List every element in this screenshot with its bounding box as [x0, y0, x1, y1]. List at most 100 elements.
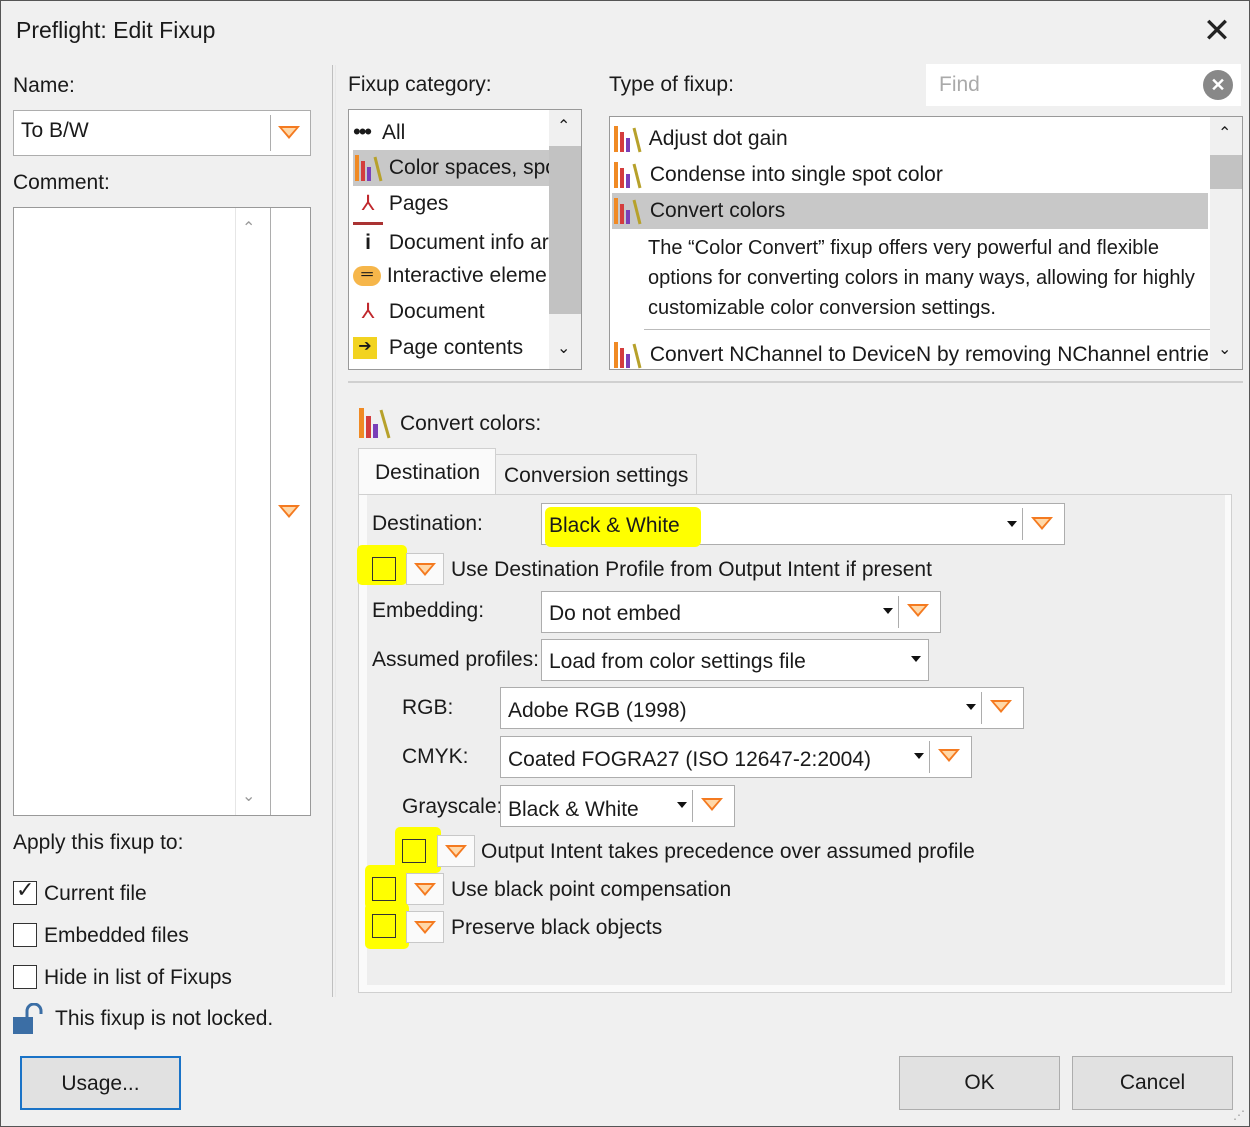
scroll-down-icon[interactable]: ⌄ — [1218, 339, 1231, 359]
assumed-profiles-value: Load from color settings file — [549, 650, 806, 673]
scroll-up-icon[interactable]: ⌃ — [242, 218, 255, 238]
output-intent-label: Output Intent takes precedence over assu… — [481, 840, 975, 863]
unlocked-icon — [13, 1003, 43, 1034]
resize-grip-icon[interactable]: ⋰ — [1233, 1108, 1245, 1122]
category-item-interactive[interactable]: ═ Interactive eleme — [353, 258, 549, 294]
scroll-up-icon[interactable]: ⌃ — [557, 116, 570, 136]
category-item-document[interactable]: ⅄ Document — [353, 294, 549, 330]
embedding-options-arrow-icon[interactable] — [907, 604, 929, 617]
color-space-icon — [614, 198, 642, 225]
scroll-thumb[interactable] — [549, 146, 581, 314]
category-scrollbar[interactable]: ⌃ ⌄ — [549, 110, 581, 369]
output-intent-options[interactable] — [437, 835, 475, 867]
find-field[interactable]: Find ✕ — [926, 64, 1241, 106]
use-dest-profile-checkbox[interactable] — [372, 557, 396, 581]
clear-search-icon[interactable]: ✕ — [1203, 70, 1233, 100]
comment-icon: ═ — [353, 266, 381, 287]
scroll-down-icon[interactable]: ⌄ — [242, 786, 255, 806]
rgb-combobox[interactable]: Adobe RGB (1998) — [500, 687, 1024, 729]
category-item-pages[interactable]: ⅄ Pages — [353, 186, 549, 222]
window-title: Preflight: Edit Fixup — [16, 17, 216, 43]
current-file-label: Current file — [44, 882, 147, 905]
panel-heading: Convert colors: — [400, 412, 542, 435]
rgb-label: RGB: — [402, 696, 454, 719]
color-space-icon — [614, 342, 642, 369]
name-options-arrow-icon[interactable] — [278, 126, 300, 139]
category-item-all[interactable]: ••• All — [353, 114, 549, 150]
close-icon[interactable]: ✕ — [1197, 11, 1237, 51]
embedding-combobox[interactable]: Do not embed — [541, 591, 941, 633]
use-dest-profile-label: Use Destination Profile from Output Inte… — [451, 558, 932, 581]
apply-label: Apply this fixup to: — [13, 831, 184, 854]
category-item-document-info[interactable]: i Document info ar — [353, 222, 549, 258]
section-divider — [348, 381, 1243, 383]
options-arrow-icon[interactable] — [414, 883, 436, 896]
scroll-down-icon[interactable]: ⌄ — [557, 338, 570, 358]
cmyk-options-arrow-icon[interactable] — [938, 749, 960, 762]
chevron-down-icon — [883, 608, 893, 614]
name-combobox[interactable]: To B/W — [13, 110, 311, 156]
output-intent-checkbox[interactable] — [402, 839, 426, 863]
name-label: Name: — [13, 74, 75, 97]
options-arrow-icon[interactable] — [445, 845, 467, 858]
destination-combobox[interactable]: Black & White — [541, 503, 1065, 547]
options-arrow-icon[interactable] — [414, 563, 436, 576]
fixup-item-selected[interactable]: Convert colors — [612, 193, 1208, 229]
grayscale-options-arrow-icon[interactable] — [701, 798, 723, 811]
assumed-profiles-combobox[interactable]: Load from color settings file — [541, 639, 929, 681]
grayscale-combobox[interactable]: Black & White — [500, 785, 735, 827]
preserve-black-options[interactable] — [406, 911, 444, 943]
current-file-checkbox[interactable]: ✓ — [13, 877, 37, 905]
color-space-icon — [355, 155, 383, 182]
fixup-item[interactable]: Condense into single spot color — [612, 157, 1208, 193]
category-label: Fixup category: — [348, 73, 492, 96]
cmyk-combobox[interactable]: Coated FOGRA27 (ISO 12647-2:2004) — [500, 736, 972, 778]
comment-label: Comment: — [13, 171, 110, 194]
ok-button[interactable]: OK — [899, 1056, 1060, 1110]
arrow-icon: ➔ — [353, 337, 377, 360]
black-point-options[interactable] — [406, 873, 444, 905]
tab-conversion-settings[interactable]: Conversion settings — [495, 454, 697, 495]
black-point-label: Use black point compensation — [451, 878, 732, 901]
chevron-down-icon — [914, 753, 924, 759]
fixup-type-list[interactable]: Adjust dot gain Condense into single spo… — [609, 116, 1243, 370]
use-dest-profile-options[interactable] — [406, 553, 444, 585]
comment-textarea[interactable]: ⌃ ⌄ — [13, 207, 311, 816]
embedded-files-checkbox[interactable] — [13, 923, 37, 947]
scroll-thumb[interactable] — [1210, 155, 1242, 189]
cancel-button[interactable]: Cancel — [1072, 1056, 1233, 1110]
type-label: Type of fixup: — [609, 73, 734, 96]
options-arrow-icon[interactable] — [414, 921, 436, 934]
name-value: To B/W — [21, 119, 89, 142]
scroll-up-icon[interactable]: ⌃ — [1218, 123, 1231, 143]
fixup-description: The “Color Convert” fixup offers very po… — [648, 237, 1195, 319]
type-scrollbar[interactable]: ⌃ ⌄ — [1210, 117, 1242, 369]
category-list[interactable]: ••• All Color spaces, spo ⅄ Pages i Docu… — [348, 109, 582, 370]
lock-status: This fixup is not locked. — [55, 1007, 274, 1030]
black-point-checkbox[interactable] — [372, 877, 396, 901]
fixup-item[interactable]: Adjust dot gain — [612, 121, 1208, 157]
category-item-page-contents[interactable]: ➔ Page contents — [353, 330, 549, 366]
embedding-value: Do not embed — [549, 602, 681, 625]
destination-label: Destination: — [372, 512, 483, 535]
rgb-options-arrow-icon[interactable] — [990, 700, 1012, 713]
hide-in-list-checkbox[interactable] — [13, 965, 37, 989]
grayscale-label: Grayscale: — [402, 795, 503, 818]
comment-options-arrow-icon[interactable] — [278, 505, 300, 518]
tab-destination[interactable]: Destination — [358, 448, 496, 497]
category-item-color-spaces[interactable]: Color spaces, spo — [353, 150, 549, 186]
dots-icon: ••• — [353, 119, 372, 144]
fixup-item[interactable]: Convert NChannel to DeviceN by removing … — [612, 337, 1208, 369]
chevron-down-icon — [1007, 521, 1017, 527]
cmyk-value: Coated FOGRA27 (ISO 12647-2:2004) — [508, 748, 872, 771]
usage-button[interactable]: Usage... — [20, 1056, 181, 1110]
assumed-profiles-label: Assumed profiles: — [372, 648, 539, 671]
destination-value: Black & White — [549, 514, 680, 537]
grayscale-value: Black & White — [508, 798, 639, 821]
embedded-files-label: Embedded files — [44, 924, 189, 947]
chevron-down-icon — [677, 802, 687, 808]
preserve-black-checkbox[interactable] — [372, 914, 396, 938]
destination-options-arrow-icon[interactable] — [1031, 517, 1053, 530]
pane-divider — [332, 65, 333, 997]
cmyk-label: CMYK: — [402, 745, 469, 768]
